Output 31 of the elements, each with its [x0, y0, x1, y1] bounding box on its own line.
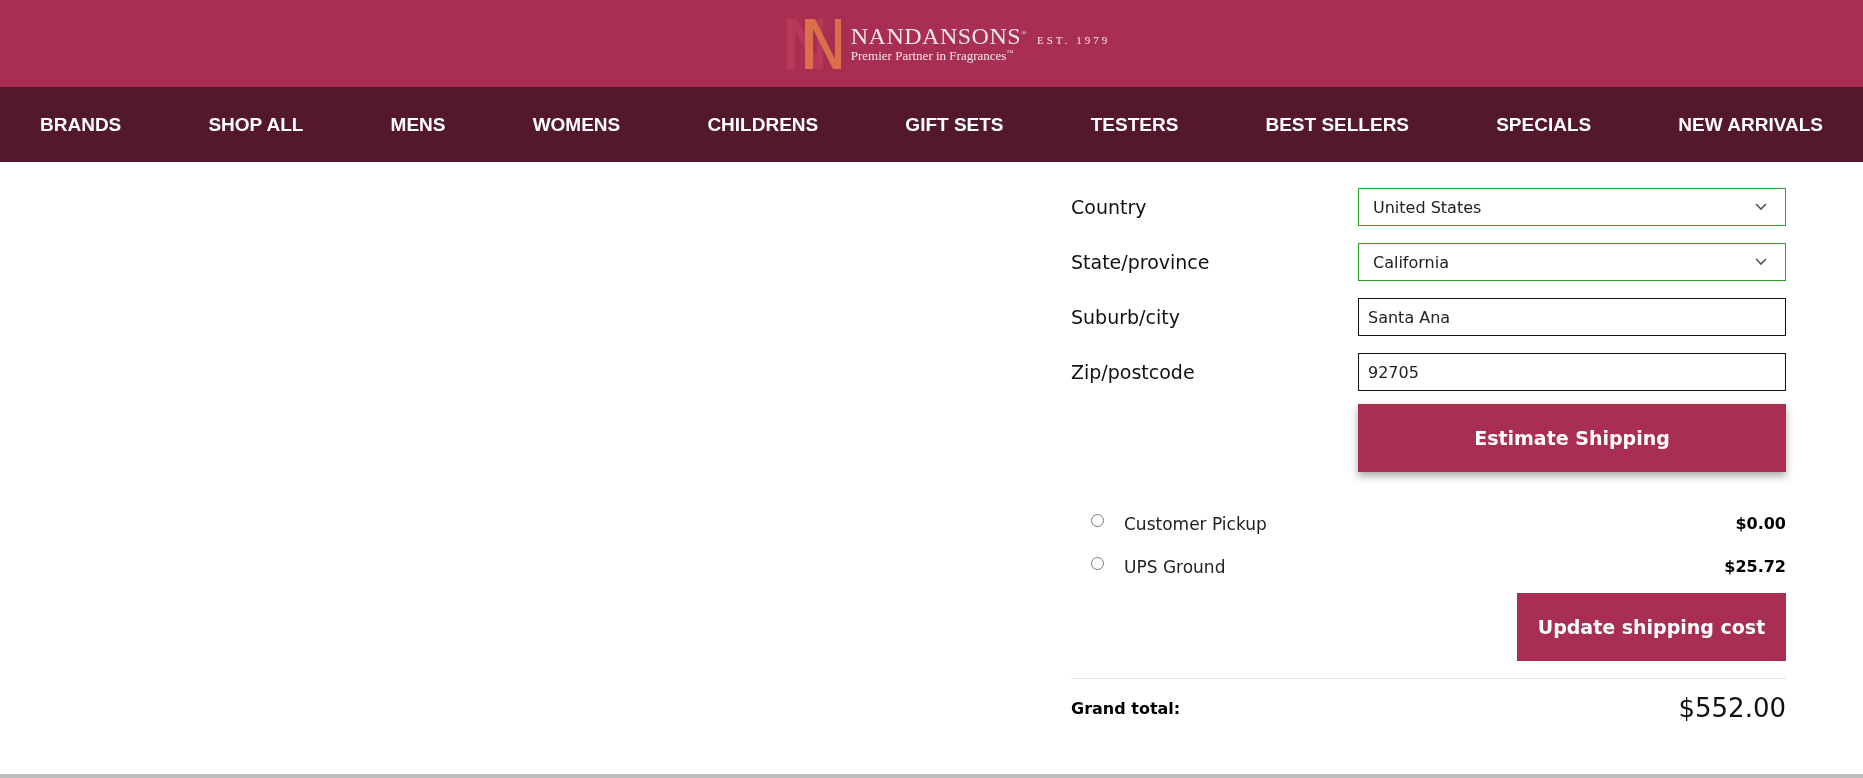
update-shipping-button[interactable]: Update shipping cost	[1517, 593, 1786, 661]
select-field[interactable]: United States	[1358, 188, 1786, 226]
input-field[interactable]: Santa Ana	[1358, 298, 1786, 336]
select-field[interactable]: California	[1358, 243, 1786, 281]
grand-total-label: Grand total:	[1071, 698, 1181, 718]
nav-link[interactable]: MENS	[390, 113, 446, 136]
input-field[interactable]: 92705	[1358, 353, 1786, 391]
established-year: EST. 1979	[1036, 34, 1111, 46]
nav-link[interactable]: CHILDRENS	[707, 113, 819, 136]
field-label: Country	[1071, 196, 1148, 218]
nav-link[interactable]: NEW ARRIVALS	[1678, 113, 1823, 136]
nav-link[interactable]: GIFT SETS	[905, 113, 1004, 136]
option-price: $0.00	[1735, 514, 1786, 533]
nav-link[interactable]: SPECIALS	[1496, 113, 1592, 136]
grand-total-value: $552.00	[1678, 693, 1786, 723]
option-label: UPS Ground	[1124, 556, 1227, 577]
brand-name: NANDANSONS$^{®}$	[850, 23, 1027, 50]
nav-link[interactable]: BEST SELLERS	[1265, 113, 1410, 136]
nav-link[interactable]: BRANDS	[40, 113, 122, 136]
option-price: $25.72	[1724, 557, 1786, 576]
nav-link[interactable]: SHOP ALL	[208, 113, 304, 136]
field-label: Suburb/city	[1071, 306, 1181, 328]
nav-link[interactable]: TESTERS	[1090, 113, 1179, 136]
option-label: Customer Pickup	[1124, 513, 1268, 534]
tagline: Premier Partner in Fragrances$^{™}$	[850, 48, 1015, 64]
chevron-down-icon	[1755, 203, 1767, 211]
nav-link[interactable]: WOMENS	[532, 113, 621, 136]
field-label: State/province	[1071, 251, 1211, 273]
estimate-shipping-button[interactable]: Estimate Shipping	[1358, 404, 1786, 472]
chevron-down-icon	[1755, 258, 1767, 266]
field-label: Zip/postcode	[1071, 361, 1196, 383]
